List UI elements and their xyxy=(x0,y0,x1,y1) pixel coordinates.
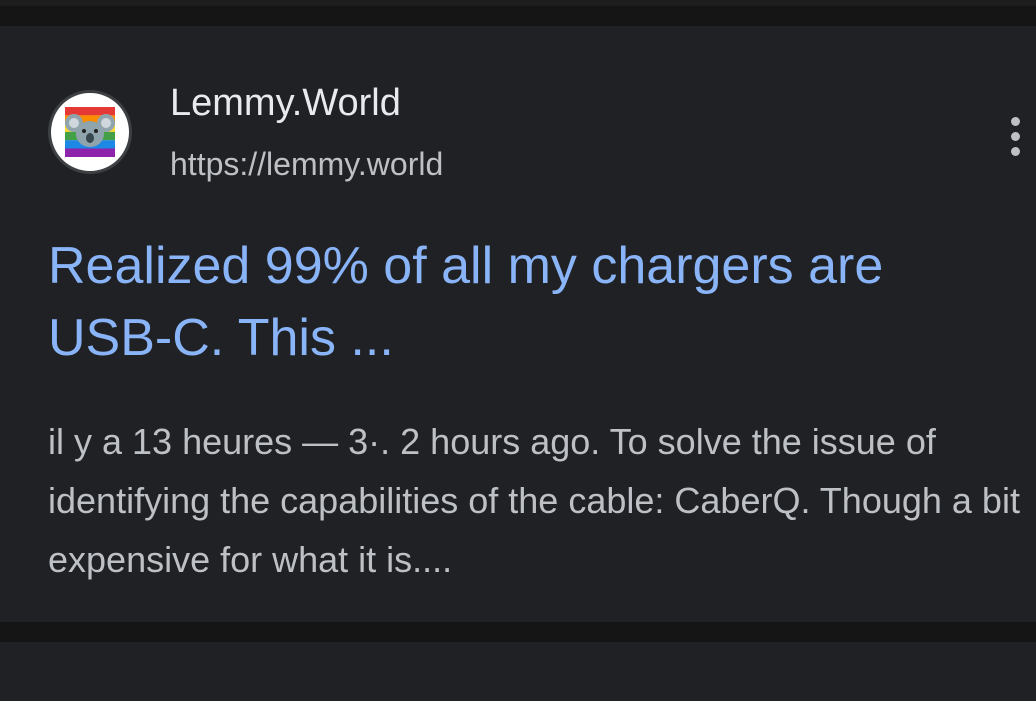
card-divider-top xyxy=(0,6,1036,26)
more-vertical-icon-dot xyxy=(1010,131,1020,141)
koala-rainbow-logo-icon xyxy=(48,90,132,174)
result-snippet: il y a 13 heures — 3·. 2 hours ago. To s… xyxy=(48,421,1020,580)
next-result-card xyxy=(0,642,1036,701)
result-source-header[interactable]: Lemmy.World https://lemmy.world xyxy=(48,62,988,192)
more-options-button[interactable] xyxy=(998,112,1032,160)
result-title-link[interactable]: Realized 99% of all my chargers are USB-… xyxy=(48,230,1008,374)
site-name: Lemmy.World xyxy=(170,82,401,124)
site-url: https://lemmy.world xyxy=(170,146,444,182)
more-vertical-icon-dot xyxy=(1010,146,1020,156)
more-vertical-icon xyxy=(1010,116,1020,126)
card-divider-bottom xyxy=(0,622,1036,642)
